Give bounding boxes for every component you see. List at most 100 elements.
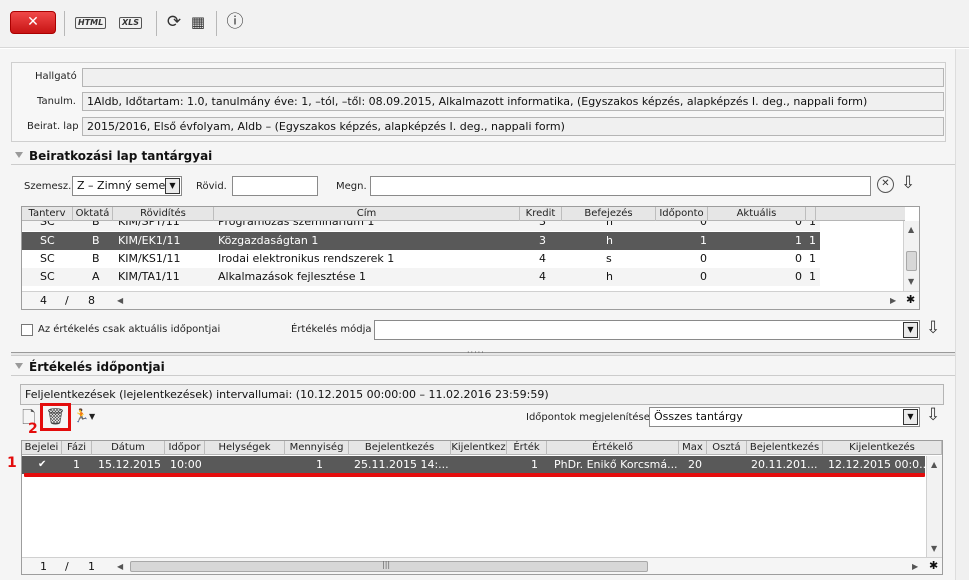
- export-html-button[interactable]: HTML: [75, 17, 107, 29]
- collapse-triangle-icon[interactable]: [15, 152, 23, 158]
- column-header[interactable]: Fázi: [62, 441, 92, 455]
- pager-total: 1: [88, 560, 95, 573]
- hallgato-field: [82, 68, 944, 87]
- cell: SC: [40, 270, 55, 283]
- cell: B: [92, 221, 100, 228]
- registration-interval-field: Feljelentkezések (lejelentkezések) inter…: [20, 384, 944, 405]
- chevron-down-icon[interactable]: ▼: [89, 412, 95, 421]
- subjects-section-header[interactable]: Beiratkozási lap tantárgyai: [11, 147, 955, 165]
- eval-mode-select[interactable]: ▼: [374, 320, 920, 340]
- table-row-selected[interactable]: SC B KIM/EK1/11 Közgazdaságtan 1 3 h 1 1…: [22, 232, 820, 250]
- table-row[interactable]: SC B KIM/KS1/11 Irodai elektronikus rend…: [22, 250, 820, 268]
- cell: B: [92, 234, 100, 247]
- column-header[interactable]: Bejelentkezés: [747, 441, 823, 455]
- settings-gear-icon[interactable]: ✱: [906, 293, 915, 306]
- dates-vertical-scrollbar[interactable]: ▲ ▼: [926, 456, 942, 557]
- cell: 1: [316, 458, 323, 471]
- short-name-input[interactable]: [232, 176, 318, 196]
- download-arrow-icon[interactable]: ⇩: [901, 173, 917, 193]
- subjects-vertical-scrollbar[interactable]: ▲ ▼: [903, 221, 919, 291]
- chevron-down-icon[interactable]: ▼: [165, 178, 180, 194]
- column-header[interactable]: Befejezés: [562, 207, 656, 221]
- download-arrow-icon[interactable]: ⇩: [926, 318, 942, 338]
- column-header[interactable]: Kijelentkezés: [823, 441, 942, 455]
- tanulm-label: Tanulm.: [37, 96, 76, 107]
- column-header[interactable]: Bejelentkezés: [349, 441, 451, 455]
- columns-icon[interactable]: ▦: [189, 12, 207, 31]
- column-header[interactable]: Időponto: [656, 207, 708, 221]
- clear-filter-icon[interactable]: ✕: [877, 176, 894, 193]
- cell: B: [92, 252, 100, 265]
- cell: 3: [539, 221, 546, 228]
- column-header[interactable]: Helységek: [205, 441, 285, 455]
- column-header[interactable]: Mennyiség: [285, 441, 349, 455]
- splitter-grip-icon[interactable]: ·····: [467, 348, 485, 357]
- column-header[interactable]: Kredit: [520, 207, 562, 221]
- collapse-triangle-icon[interactable]: [15, 363, 23, 369]
- cell: h: [606, 270, 613, 283]
- cell: 1: [73, 458, 80, 471]
- column-header[interactable]: Max: [679, 441, 707, 455]
- display-dates-select[interactable]: Összes tantárgy ▼: [649, 407, 920, 427]
- chevron-down-icon[interactable]: ▼: [903, 322, 918, 338]
- export-xls-button[interactable]: XLS: [119, 17, 143, 29]
- cell: 1: [809, 270, 816, 283]
- cell: 15.12.2015: [98, 458, 161, 471]
- scroll-up-icon[interactable]: ▲: [931, 460, 937, 470]
- refresh-icon[interactable]: ⟳: [164, 12, 184, 32]
- download-arrow-icon[interactable]: ⇩: [926, 405, 942, 425]
- cell: KIM/SPT/11: [118, 221, 180, 228]
- column-header[interactable]: Értékelő: [547, 441, 679, 455]
- cell: 0: [700, 270, 707, 283]
- column-header[interactable]: Bejelei: [22, 441, 62, 455]
- cell: Irodai elektronikus rendszerek 1: [218, 252, 395, 265]
- column-header[interactable]: Kijelentkez: [451, 441, 507, 455]
- cell: 1: [531, 458, 538, 471]
- cell: SC: [40, 234, 55, 247]
- close-button[interactable]: ✕: [10, 11, 56, 34]
- page-scrollbar[interactable]: [955, 49, 969, 580]
- info-icon[interactable]: ⓘ: [225, 12, 245, 32]
- subject-name-input[interactable]: [370, 176, 871, 196]
- display-dates-label: Időpontok megjelenítése: [526, 412, 650, 423]
- table-row-selected[interactable]: ✔ 1 15.12.2015 10:00 1 25.11.2015 14:...…: [22, 456, 930, 474]
- dates-section-header[interactable]: Értékelés időpontjai: [11, 358, 955, 376]
- column-header[interactable]: Oktatá: [73, 207, 113, 221]
- column-header[interactable]: [806, 207, 816, 221]
- table-row[interactable]: SC A KIM/TA1/11 Alkalmazások fejlesztése…: [22, 268, 820, 286]
- delete-trash-icon[interactable]: 🗑: [45, 406, 66, 427]
- scroll-up-icon[interactable]: ▲: [908, 225, 914, 235]
- scroll-down-icon[interactable]: ▼: [931, 544, 937, 554]
- scroll-left-icon[interactable]: ◀: [117, 562, 123, 572]
- scroll-left-icon[interactable]: ◀: [117, 296, 123, 306]
- column-header[interactable]: Időpor: [165, 441, 205, 455]
- only-current-label: Az értékelés csak aktuális időpontjai: [38, 324, 221, 335]
- column-header[interactable]: Rövidítés: [113, 207, 214, 221]
- column-header[interactable]: Dátum: [92, 441, 165, 455]
- cell: 20: [688, 458, 702, 471]
- runner-icon[interactable]: 🏃: [73, 407, 89, 427]
- column-header[interactable]: Érték: [507, 441, 547, 455]
- scroll-thumb[interactable]: [906, 251, 917, 271]
- only-current-checkbox[interactable]: [21, 324, 33, 336]
- subjects-footer: 4 / 8 ◀ ▶ ✱: [22, 291, 919, 309]
- scroll-grip-icon[interactable]: |||: [382, 560, 390, 569]
- settings-gear-icon[interactable]: ✱: [929, 559, 938, 572]
- semester-label: Szemesz.: [24, 181, 72, 192]
- column-header[interactable]: Aktuális: [708, 207, 806, 221]
- scroll-down-icon[interactable]: ▼: [908, 277, 914, 287]
- column-header[interactable]: Osztá: [707, 441, 747, 455]
- cell: 3: [539, 234, 546, 247]
- chevron-down-icon[interactable]: ▼: [903, 409, 918, 425]
- semester-select[interactable]: Z – Zimný semes ▼: [72, 176, 182, 196]
- scroll-right-icon[interactable]: ▶: [912, 562, 918, 572]
- column-header[interactable]: Cím: [214, 207, 520, 221]
- column-header[interactable]: Tanterv: [22, 207, 73, 221]
- cell: s: [606, 252, 612, 265]
- table-row[interactable]: SC B KIM/SPT/11 Programozás szeminárium …: [22, 221, 820, 231]
- hallgato-label: Hallgató: [35, 71, 77, 82]
- beirat-field: 2015/2016, Első évfolyam, Aldb – (Egysza…: [82, 117, 944, 136]
- scroll-right-icon[interactable]: ▶: [890, 296, 896, 306]
- cell: Alkalmazások fejlesztése 1: [218, 270, 366, 283]
- subjects-section-title: Beiratkozási lap tantárgyai: [29, 149, 213, 163]
